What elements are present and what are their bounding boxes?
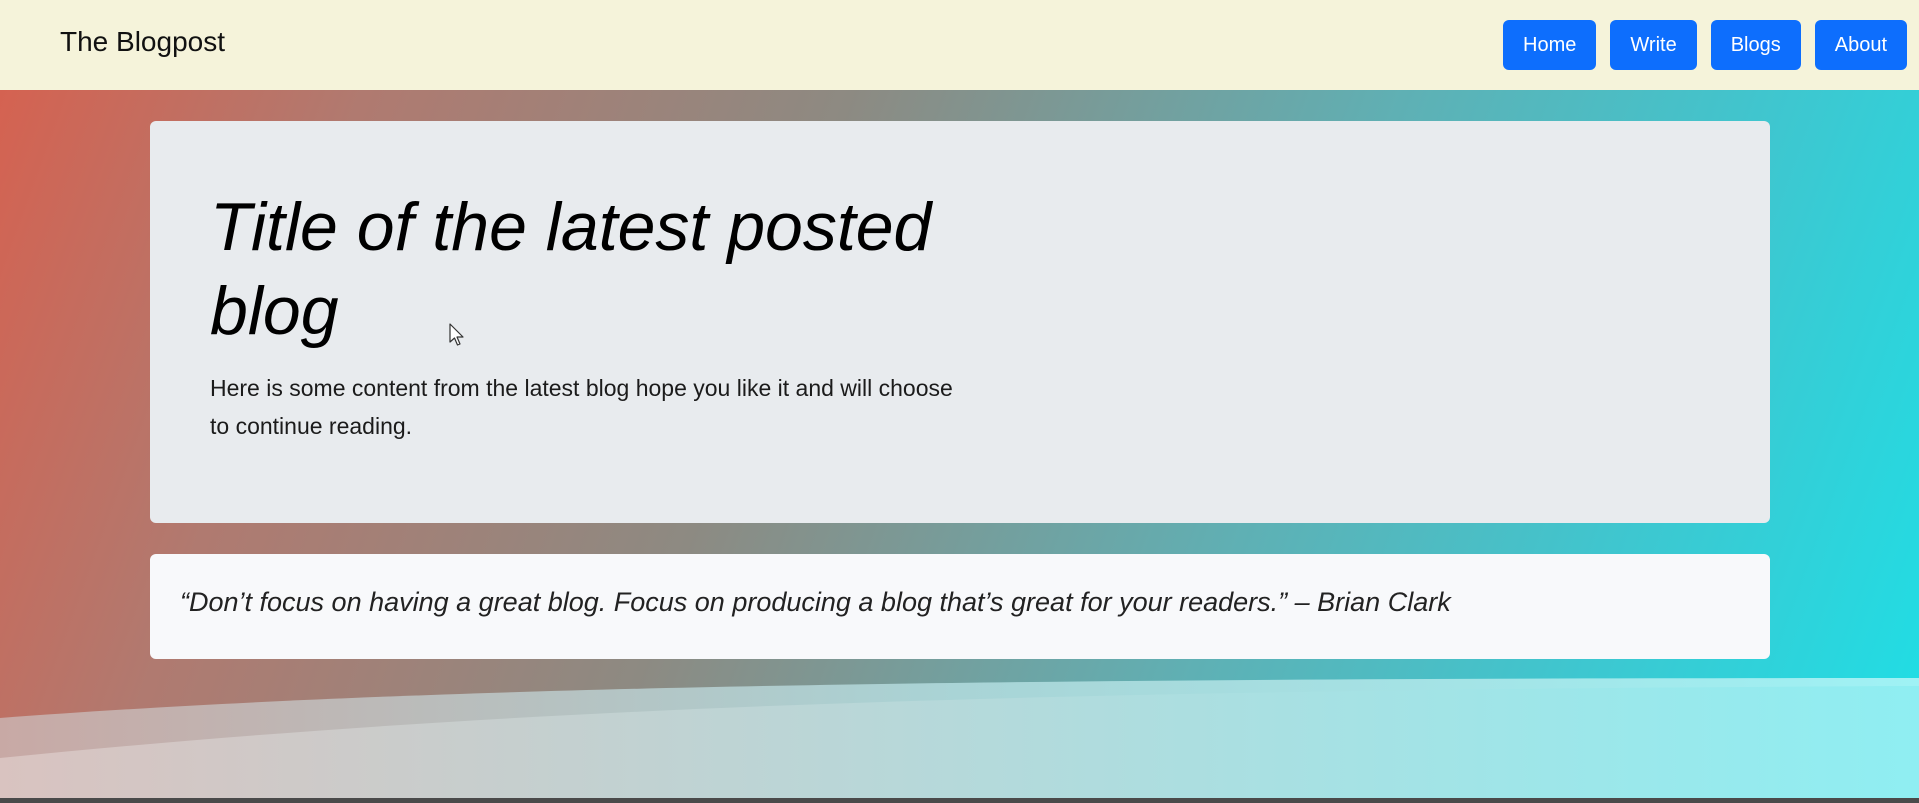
- home-button[interactable]: Home: [1503, 20, 1597, 70]
- quote-card: “Don’t focus on having a great blog. Foc…: [150, 554, 1770, 659]
- nav-buttons: Home Write Blogs About: [1503, 20, 1907, 70]
- footer-wave: [0, 678, 1919, 798]
- quote-text: “Don’t focus on having a great blog. Foc…: [180, 587, 1451, 617]
- latest-blog-card: Title of the latest posted blog Here is …: [150, 121, 1770, 523]
- write-button[interactable]: Write: [1610, 20, 1697, 70]
- bottom-bar: [0, 798, 1919, 803]
- latest-blog-excerpt: Here is some content from the latest blo…: [210, 375, 953, 439]
- mouse-pointer-icon: [449, 323, 464, 346]
- blogs-button[interactable]: Blogs: [1710, 20, 1801, 70]
- brand-title[interactable]: The Blogpost: [60, 26, 225, 58]
- latest-blog-title: Title of the latest posted blog: [210, 189, 932, 349]
- navbar: The Blogpost Home Write Blogs About: [0, 0, 1919, 90]
- about-button[interactable]: About: [1814, 20, 1907, 70]
